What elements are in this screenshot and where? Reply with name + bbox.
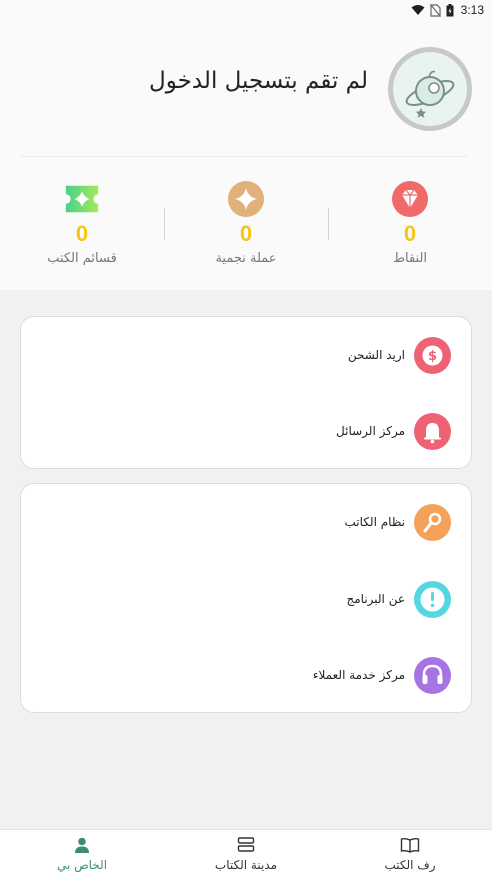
- login-prompt[interactable]: لم تقم بتسجيل الدخول: [149, 68, 368, 94]
- menu-item-label: اريد الشحن: [347, 348, 405, 362]
- stat-separator: [164, 208, 165, 240]
- book-vouchers-label: قسائم الكتب: [47, 251, 117, 266]
- status-time: 3:13: [460, 3, 484, 17]
- battery-icon: [446, 3, 454, 16]
- pen-icon: [414, 503, 451, 541]
- star-coin-value: 0: [239, 221, 253, 246]
- stat-separator: [328, 208, 329, 240]
- bell-icon: [414, 412, 451, 450]
- menu-item-recharge[interactable]: اريد الشحن $: [21, 325, 473, 385]
- menu-item-author-system[interactable]: نظام الكاتب: [21, 492, 473, 552]
- menu-item-label: مركز الرسائل: [336, 424, 405, 438]
- menu-item-customer-service[interactable]: مركز خدمة العملاء: [21, 645, 473, 705]
- status-icons: 3:13: [411, 3, 484, 17]
- book-vouchers-value: 0: [75, 221, 89, 246]
- stat-star-coin[interactable]: 0 عملة نجمية: [184, 180, 308, 266]
- svg-text:$: $: [428, 349, 437, 364]
- menu-item-label: نظام الكاتب: [344, 515, 405, 529]
- planet-astronaut-icon: [405, 70, 455, 118]
- wifi-icon: [411, 5, 425, 15]
- stack-icon: [191, 836, 301, 854]
- bottom-nav: رف الكتب مدينة الكتاب الخاص بي: [0, 829, 492, 876]
- menu-item-messages[interactable]: مركز الرسائل: [21, 401, 473, 461]
- menu-item-label: عن البرنامج: [346, 592, 405, 606]
- info-icon: [414, 580, 451, 618]
- stat-points[interactable]: 0 النقاط: [348, 180, 472, 266]
- status-bar: 3:13: [0, 0, 492, 22]
- nav-label: الخاص بي: [56, 858, 108, 872]
- headset-icon: [414, 656, 451, 694]
- dollar-icon: $: [414, 336, 451, 374]
- no-sim-icon: [429, 3, 441, 17]
- person-icon: [27, 836, 137, 854]
- points-value: 0: [403, 221, 417, 246]
- menu-item-label: مركز خدمة العملاء: [312, 668, 405, 682]
- ticket-icon: [63, 180, 101, 218]
- stat-book-vouchers[interactable]: 0 قسائم الكتب: [20, 180, 144, 266]
- nav-bookshelf[interactable]: رف الكتب: [355, 836, 465, 872]
- divider: [20, 156, 468, 157]
- book-icon: [355, 836, 465, 854]
- points-label: النقاط: [392, 251, 428, 266]
- menu-card-2: نظام الكاتب عن البرنامج مركز خدمة العملا…: [20, 483, 472, 713]
- star-coin-icon: [227, 180, 265, 218]
- diamond-icon: [391, 180, 429, 218]
- nav-my-profile[interactable]: الخاص بي: [27, 836, 137, 872]
- nav-label: رف الكتب: [384, 858, 436, 872]
- star-coin-label: عملة نجمية: [215, 251, 277, 266]
- avatar[interactable]: [388, 47, 472, 131]
- menu-card-1: اريد الشحن $ مركز الرسائل: [20, 316, 472, 469]
- nav-book-city[interactable]: مدينة الكتاب: [191, 836, 301, 872]
- menu-item-about-app[interactable]: عن البرنامج: [21, 569, 473, 629]
- nav-label: مدينة الكتاب: [214, 858, 278, 872]
- profile-header: لم تقم بتسجيل الدخول 0 النقاط 0 عملة نجم…: [0, 22, 492, 290]
